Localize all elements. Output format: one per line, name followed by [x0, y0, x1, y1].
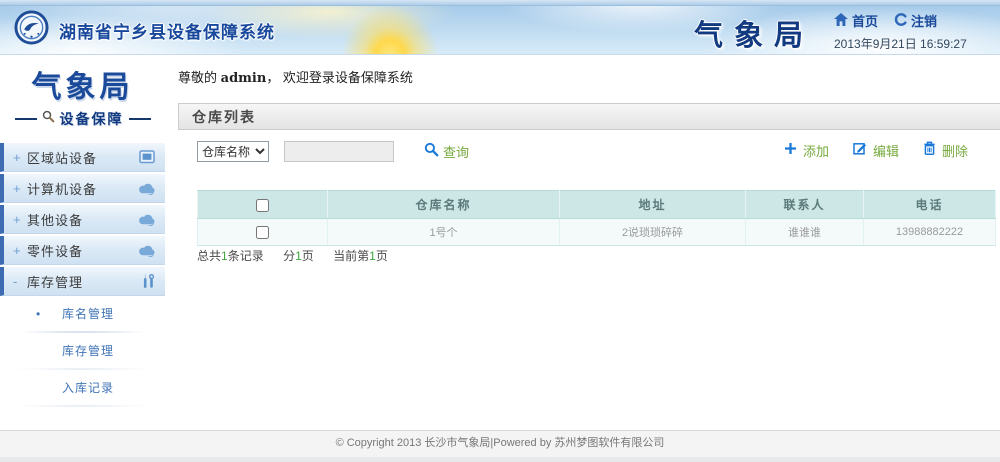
sidebar-item-other-equipment[interactable]: + 其他设备	[0, 205, 165, 234]
table-row: 1号个 2说琐琐碎碎 谁谁谁 13988882222	[198, 219, 996, 246]
sidebar-logo: 气象局 设备保障	[0, 56, 165, 129]
welcome-message: 尊敬的 admin， 欢迎登录设备保障系统	[178, 67, 413, 86]
panel-title: 仓库列表	[192, 107, 256, 127]
copyright-text: © Copyright 2013 长沙市气象局|Powered by 苏州梦图软…	[336, 437, 665, 449]
submenu-divider	[4, 331, 161, 333]
expand-plus-icon: +	[13, 243, 27, 258]
sidebar-item-computer-equipment[interactable]: + 计算机设备	[0, 174, 165, 203]
delete-button[interactable]: 删除	[923, 141, 968, 160]
system-title: 湖南省宁乡县设备保障系统	[59, 18, 275, 43]
datetime: 2013年9月21日 16:59:27	[834, 35, 986, 52]
home-icon	[834, 13, 848, 29]
monitor-icon	[139, 150, 155, 164]
sidebar-item-parts-equipment[interactable]: + 零件设备	[0, 236, 165, 265]
header-top-strip	[0, 0, 1000, 6]
current-page: 当前第1页	[333, 249, 388, 263]
submenu-divider	[4, 368, 161, 370]
plus-icon	[784, 142, 797, 160]
expand-plus-icon: +	[13, 181, 27, 196]
sidebar: 气象局 设备保障 + 区域站设备	[0, 56, 165, 430]
active-bullet-icon: •	[36, 304, 41, 324]
header-right: 首页 注销 2013年9月21日 16:59:27	[834, 11, 986, 52]
footer-bottom-strip	[0, 457, 1000, 462]
edit-button-label: 编辑	[873, 141, 899, 160]
submenu-divider	[4, 405, 161, 407]
collapse-minus-icon: -	[13, 274, 27, 289]
delete-button-label: 删除	[942, 141, 968, 160]
edit-button[interactable]: 编辑	[853, 141, 899, 160]
cloud-icon	[138, 213, 155, 226]
record-count: 总共1条记录	[197, 249, 264, 263]
inventory-submenu: • 库名管理 库存管理 入库记录	[0, 304, 165, 407]
top-nav: 首页 注销	[834, 11, 986, 30]
small-search-icon	[42, 110, 55, 128]
cell-contact: 谁谁谁	[746, 219, 864, 246]
search-input[interactable]	[284, 141, 394, 162]
home-link[interactable]: 首页	[834, 11, 878, 30]
rule-left	[15, 118, 37, 120]
sidebar-menu: + 区域站设备 + 计算机设备	[0, 143, 165, 407]
column-header-phone: 电话	[864, 191, 996, 219]
panel-title-bar: 仓库列表	[178, 103, 1000, 130]
org-title: 气象局	[694, 12, 814, 54]
column-header-address: 地址	[560, 191, 746, 219]
logout-link-label: 注销	[911, 11, 937, 30]
pagination: 总共1条记录 分1页 当前第1页	[197, 247, 404, 264]
action-toolbar: 添加 编辑 删除	[784, 141, 968, 160]
row-checkbox-cell	[198, 219, 328, 246]
cell-address: 2说琐琐碎碎	[560, 219, 746, 246]
select-all-checkbox[interactable]	[256, 199, 269, 212]
edit-icon	[853, 141, 867, 160]
bureau-emblem-icon	[14, 10, 49, 50]
search-icon	[424, 142, 439, 162]
submenu-item-warehouse-name-management[interactable]: • 库名管理	[0, 304, 165, 324]
add-button[interactable]: 添加	[784, 141, 829, 160]
username: admin	[221, 71, 267, 86]
expand-plus-icon: +	[13, 150, 27, 165]
submenu-item-inventory-management[interactable]: 库存管理	[0, 341, 165, 361]
footer: © Copyright 2013 长沙市气象局|Powered by 苏州梦图软…	[0, 430, 1000, 462]
page-count: 分1页	[283, 249, 314, 263]
page: 湖南省宁乡县设备保障系统 气象局 首页	[0, 0, 1000, 462]
tools-icon	[142, 273, 155, 289]
brand: 湖南省宁乡县设备保障系统	[14, 10, 275, 50]
row-checkbox[interactable]	[256, 226, 269, 239]
sidebar-item-region-station-equipment[interactable]: + 区域站设备	[0, 143, 165, 172]
expand-plus-icon: +	[13, 212, 27, 227]
top-header: 湖南省宁乡县设备保障系统 气象局 首页	[0, 0, 1000, 55]
search-bar: 仓库名称 查询	[197, 141, 469, 162]
rule-right	[129, 118, 151, 120]
warehouse-table: 仓库名称 地址 联系人 电话 1号个 2说琐琐碎碎 谁谁谁 1398888222…	[197, 190, 995, 246]
cell-phone: 13988882222	[864, 219, 996, 246]
logout-link[interactable]: 注销	[894, 11, 937, 30]
column-header-contact: 联系人	[746, 191, 864, 219]
cell-warehouse-name: 1号个	[328, 219, 560, 246]
cloud-icon	[138, 182, 155, 195]
trash-icon	[923, 141, 936, 160]
query-button-label: 查询	[443, 142, 469, 161]
table-header-row: 仓库名称 地址 联系人 电话	[198, 191, 996, 219]
home-link-label: 首页	[852, 11, 878, 30]
sidebar-item-inventory-management[interactable]: - 库存管理	[0, 267, 165, 296]
submenu-item-inbound-records[interactable]: 入库记录	[0, 378, 165, 398]
logout-icon	[894, 13, 907, 29]
sidebar-logo-subtitle: 设备保障	[60, 109, 124, 129]
add-button-label: 添加	[803, 141, 829, 160]
query-button[interactable]: 查询	[424, 142, 469, 162]
header-checkbox-cell	[198, 191, 328, 219]
column-header-name: 仓库名称	[328, 191, 560, 219]
sidebar-logo-subtitle-row: 设备保障	[0, 109, 165, 129]
cloud-icon	[138, 244, 155, 257]
sidebar-logo-title: 气象局	[0, 62, 165, 106]
search-filter-select[interactable]: 仓库名称	[197, 141, 269, 162]
